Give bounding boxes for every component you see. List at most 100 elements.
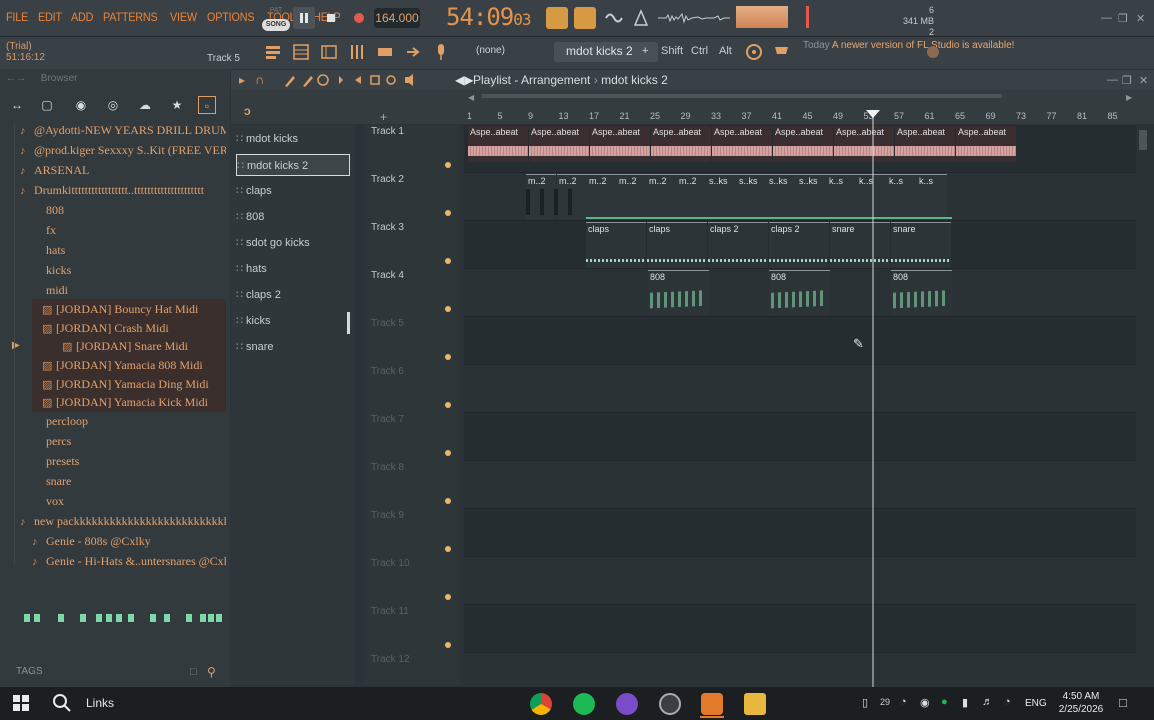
pause-button[interactable] — [293, 7, 315, 29]
browser-tree-item[interactable]: ▨ [JORDAN] Yamacia 808 Midi — [32, 355, 226, 375]
track-lane[interactable] — [464, 413, 1136, 461]
channel-rack-2-button[interactable] — [374, 41, 396, 63]
pat-song-toggle[interactable]: PAT SONG — [262, 7, 290, 31]
close-icon[interactable]: ✕ — [1136, 12, 1145, 25]
track-name[interactable]: Track 4 — [371, 270, 404, 281]
track-mute-led[interactable] — [445, 210, 451, 216]
playlist-window-button[interactable] — [262, 41, 284, 63]
picker-pattern-item[interactable]: ∷ claps — [236, 180, 350, 202]
audio-clip[interactable]: Aspe..abeat — [834, 126, 894, 162]
picker-pattern-item[interactable]: ∷ claps 2 — [236, 284, 350, 306]
pattern-clip[interactable]: claps — [647, 222, 707, 268]
pattern-clip[interactable]: 808 — [769, 270, 830, 316]
search-icon[interactable]: ⚲ — [207, 665, 216, 679]
track-name[interactable]: Track 6 — [371, 366, 404, 377]
track-name[interactable]: Track 5 — [371, 318, 404, 329]
file-explorer-icon[interactable] — [744, 693, 766, 715]
metronome-icon[interactable] — [630, 7, 652, 29]
browser-tree-item[interactable]: percs — [12, 431, 226, 451]
microphone-tray-icon[interactable]: ▮ — [962, 696, 968, 709]
browser-tree-item[interactable]: hats — [12, 240, 226, 260]
track-lane[interactable] — [464, 653, 1136, 685]
track-name[interactable]: Track 2 — [371, 174, 404, 185]
pattern-clip[interactable]: claps 2 — [769, 222, 829, 268]
scroll-right-icon[interactable]: ▶ — [1126, 93, 1132, 102]
playlist-menu-arrow-icon[interactable]: ▸ — [239, 73, 245, 87]
menu-edit[interactable]: EDIT — [38, 10, 62, 24]
pattern-clip[interactable]: snare — [891, 222, 951, 268]
minimize-icon[interactable]: — — [1101, 12, 1112, 24]
picker-pattern-item[interactable]: ∷ snare — [236, 336, 350, 358]
picker-pattern-item[interactable]: ∷ mdot kicks — [236, 128, 350, 150]
playlist-maximize-icon[interactable]: ❐ — [1122, 74, 1132, 87]
add-pattern-icon[interactable]: + — [642, 45, 648, 57]
browser-tree-item[interactable]: ▨ [JORDAN] Yamacia Kick Midi — [32, 392, 226, 412]
menu-file[interactable]: FILE — [6, 10, 28, 24]
browser-tree-item[interactable]: ♪ new packkkkkkkkkkkkkkkkkkkkkkkkkkk — [12, 511, 226, 531]
app-icon[interactable] — [659, 693, 681, 715]
pattern-mode-icon[interactable]: ᴐ — [244, 104, 251, 118]
track-name[interactable]: Track 11 — [371, 606, 409, 617]
playlist-horizontal-scrollbar[interactable] — [482, 94, 1002, 98]
taskbar-clock[interactable]: 4:50 AM 2/25/2026 — [1053, 690, 1109, 716]
star-icon[interactable]: ★ — [168, 96, 186, 114]
track-mute-led[interactable] — [445, 450, 451, 456]
cloud-icon[interactable]: ☁ — [136, 96, 154, 114]
record-button[interactable] — [348, 7, 370, 29]
browser-tree-item[interactable]: snare — [12, 471, 226, 491]
blend-notes-icon[interactable] — [603, 7, 625, 29]
arrangement-grid[interactable]: Aspe..abeat Aspe..abeat Aspe..abeat Aspe..a… — [464, 125, 1136, 685]
track-lane[interactable] — [464, 365, 1136, 413]
track-name[interactable]: Track 1 — [371, 126, 404, 137]
browser-tree-item[interactable]: ♪ ARSENAL — [12, 160, 226, 180]
track-mute-led[interactable] — [445, 594, 451, 600]
pattern-clip[interactable]: m..2 — [617, 174, 647, 220]
globe-icon[interactable]: ◎ — [104, 96, 122, 114]
discord-icon[interactable] — [616, 693, 638, 715]
pattern-clip[interactable]: k..s — [827, 174, 857, 220]
track-name[interactable]: Track 8 — [371, 462, 404, 473]
pattern-clip[interactable]: s..ks — [797, 174, 827, 220]
muted-clip-bar[interactable] — [568, 189, 572, 215]
pattern-clip[interactable]: s..ks — [767, 174, 797, 220]
wifi-icon[interactable]: ◔ — [1004, 696, 1011, 708]
tray-app-icon[interactable]: ◉ — [920, 696, 930, 709]
spotify-icon[interactable] — [573, 693, 595, 715]
browser-tree-item[interactable]: 808 — [12, 200, 226, 220]
language-indicator[interactable]: ENG — [1025, 698, 1047, 709]
audio-clip[interactable]: Aspe..abeat — [651, 126, 711, 162]
pattern-clip[interactable]: claps 2 — [708, 222, 768, 268]
document-icon[interactable]: ▢ — [38, 96, 56, 114]
chrome-icon[interactable] — [530, 693, 552, 715]
record-audio-button[interactable] — [430, 41, 452, 63]
browser-tree-item[interactable]: ▨ [JORDAN] Crash Midi — [32, 318, 226, 338]
typing-keyboard-icon[interactable] — [546, 7, 568, 29]
pattern-clip[interactable]: m..2 — [587, 174, 617, 220]
track-mute-led[interactable] — [445, 354, 451, 360]
pattern-clip[interactable]: snare — [830, 222, 890, 268]
pattern-clip[interactable]: s..ks — [707, 174, 737, 220]
playhead-marker-icon[interactable] — [866, 110, 880, 118]
search-taskbar-icon[interactable] — [52, 693, 72, 716]
browser-tree-item[interactable]: vox — [12, 491, 226, 511]
muted-clip-bar[interactable] — [554, 189, 558, 215]
pattern-clip[interactable]: s..ks — [737, 174, 767, 220]
audio-clip[interactable]: Aspe..abeat — [895, 126, 955, 162]
audio-clip[interactable]: Aspe..abeat — [956, 126, 1016, 162]
browser-tree-item[interactable]: ▨ [JORDAN] Bouncy Hat Midi — [32, 299, 226, 319]
mixer-button[interactable] — [346, 41, 368, 63]
browser-tree-item[interactable]: ♪ Drumkittttttttttttttttt..tttttttttttttt… — [12, 180, 226, 200]
pattern-clip[interactable]: m..2 — [557, 174, 587, 220]
track-lane[interactable] — [464, 317, 1136, 365]
browser-tree-item[interactable]: ♪ Genie - 808s @Cxlky — [12, 531, 226, 551]
collapse-icon[interactable]: ↔ — [8, 96, 26, 114]
track-name[interactable]: Track 9 — [371, 510, 404, 521]
shift-key[interactable]: Shift — [661, 45, 683, 57]
pattern-clip[interactable]: 808 — [648, 270, 709, 316]
folder-icon[interactable]: ▫ — [198, 96, 216, 114]
muted-clip-bar[interactable] — [526, 189, 530, 215]
headphones-icon[interactable]: ◔ — [900, 696, 907, 708]
piano-roll-button[interactable] — [290, 41, 312, 63]
browser-tree-item[interactable]: ▨ [JORDAN] Yamacia Ding Midi — [32, 374, 226, 394]
menu-patterns[interactable]: PATTERNS — [103, 10, 158, 24]
